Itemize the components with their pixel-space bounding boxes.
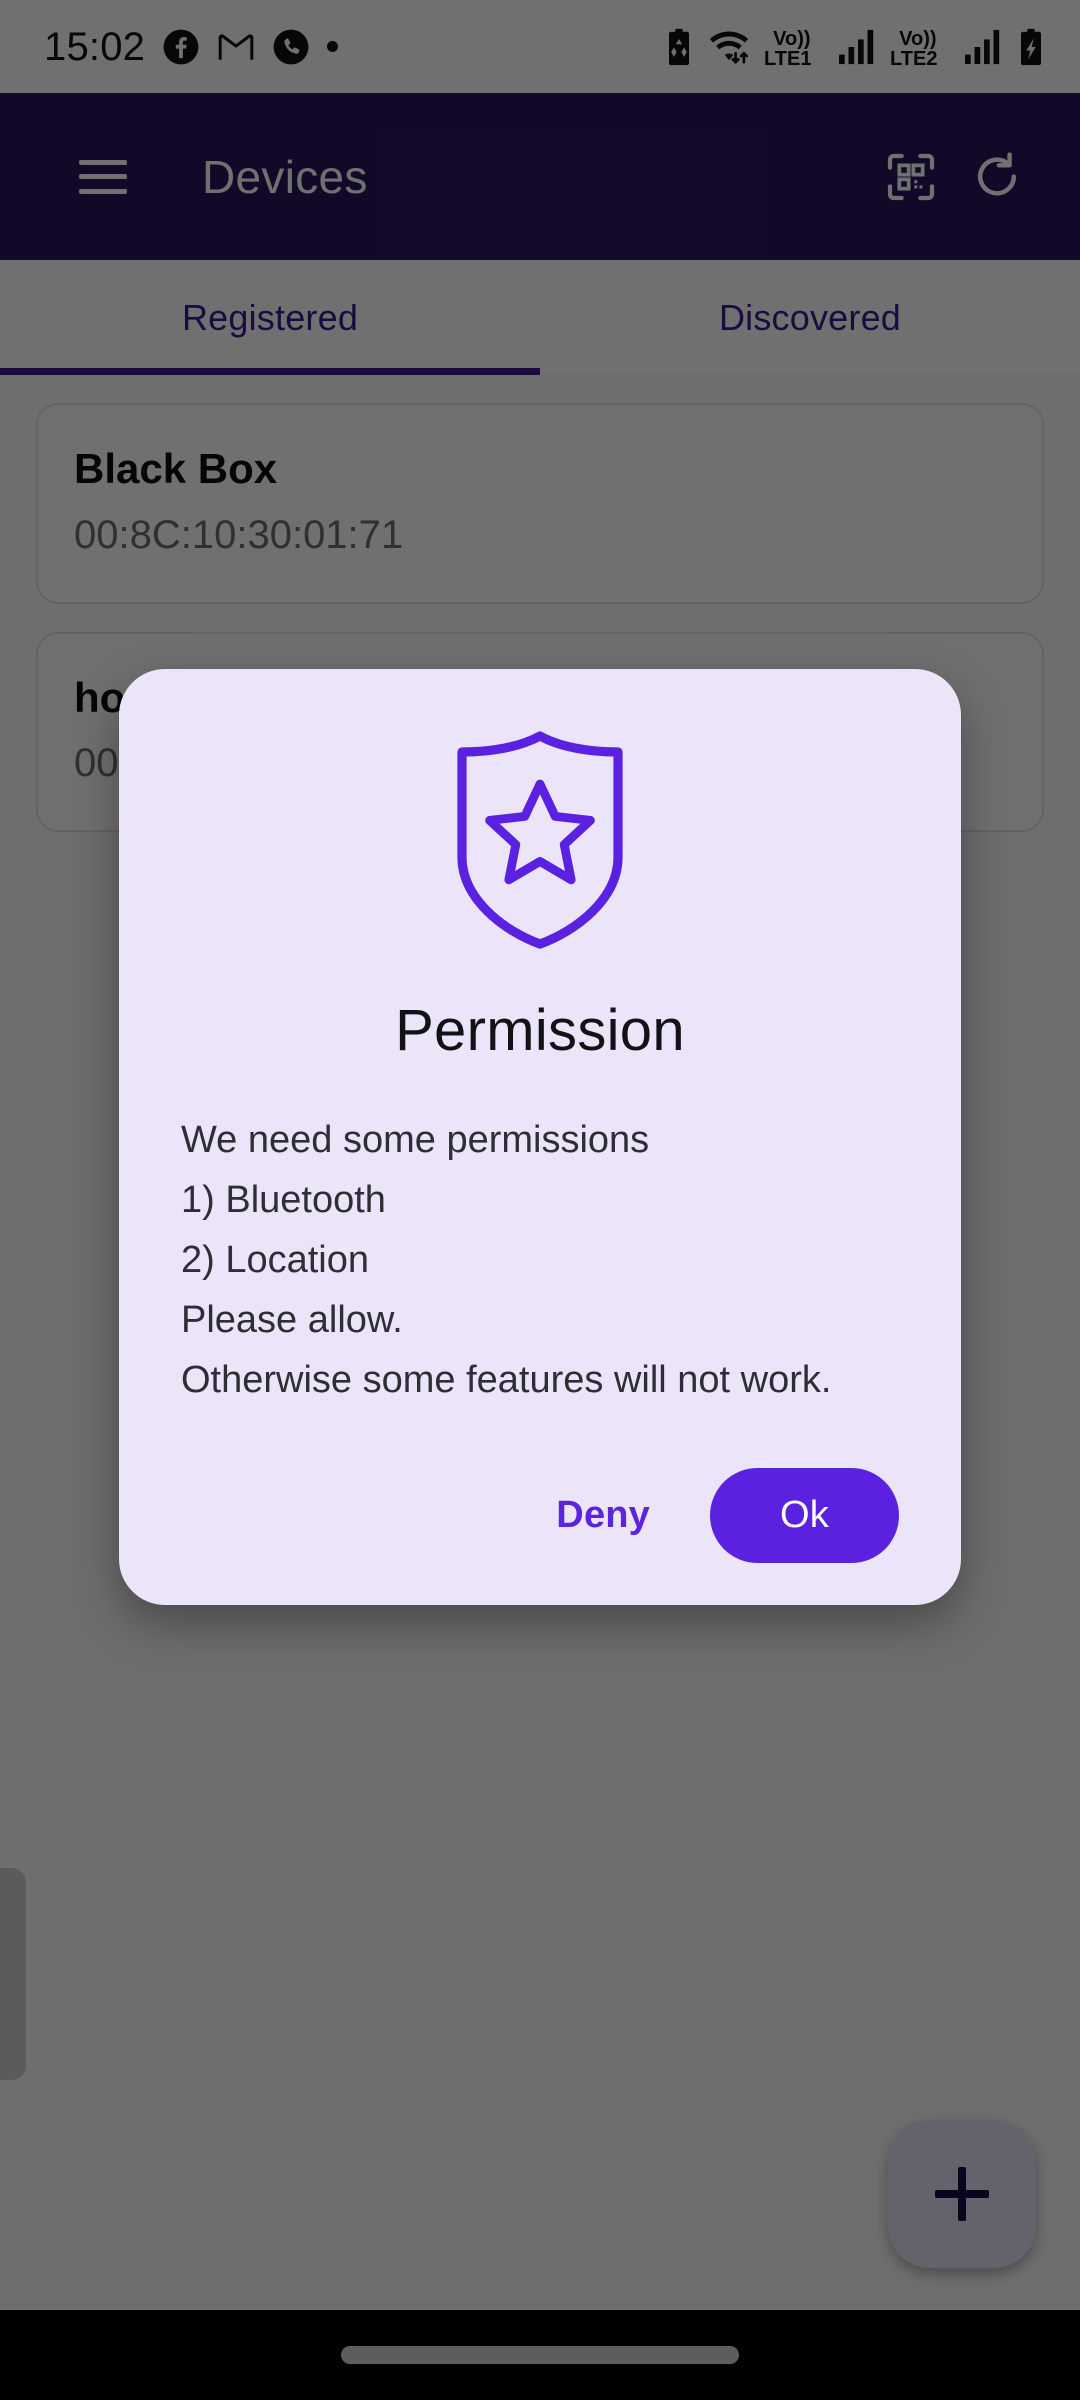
dialog-title: Permission [395,998,685,1063]
ok-button[interactable]: Ok [710,1468,899,1564]
dialog-body-text: We need some permissions 1) Bluetooth 2)… [181,1119,832,1402]
phone-screen: 15:02 [0,0,1080,2400]
shield-star-icon [457,731,623,949]
navigation-bar [0,2310,1080,2400]
home-gesture-pill[interactable] [341,2346,739,2364]
dialog-icon-wrapper [181,729,899,951]
deny-button[interactable]: Deny [526,1472,680,1559]
dialog-action-row: Deny Ok [181,1468,899,1564]
permission-dialog: Permission We need some permissions 1) B… [119,669,961,1606]
